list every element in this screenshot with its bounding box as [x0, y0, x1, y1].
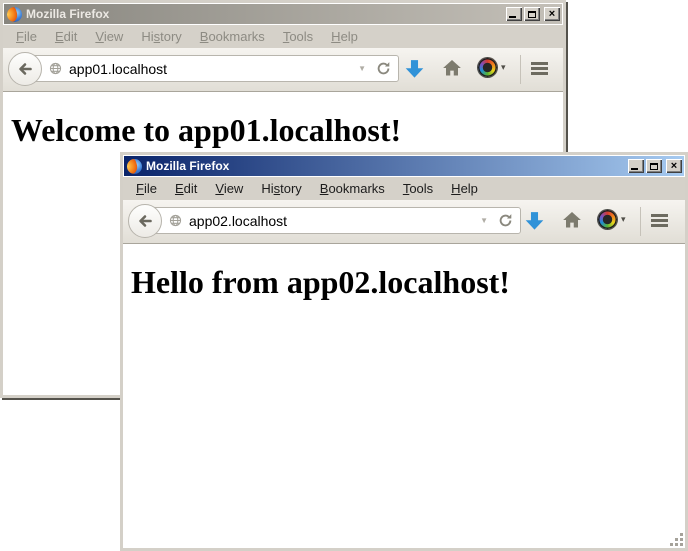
- reload-button[interactable]: [374, 61, 398, 76]
- url-bar[interactable]: ▼: [25, 55, 399, 82]
- close-button[interactable]: ×: [666, 159, 682, 173]
- hamburger-menu-button[interactable]: [531, 62, 548, 65]
- home-button[interactable]: [442, 58, 462, 78]
- page-heading: Welcome to app01.localhost!: [11, 112, 555, 149]
- navigation-toolbar: ▼ ▾: [3, 48, 563, 92]
- menu-bookmarks[interactable]: Bookmarks: [311, 179, 394, 198]
- minimize-icon: [631, 168, 638, 170]
- menu-history[interactable]: History: [132, 27, 190, 46]
- menu-file[interactable]: File: [127, 179, 166, 198]
- browser-window-app02[interactable]: Mozilla Firefox × File Edit View History…: [120, 152, 688, 551]
- menu-help[interactable]: Help: [322, 27, 367, 46]
- resize-grip[interactable]: [668, 531, 683, 546]
- reload-button[interactable]: [496, 213, 520, 228]
- title-bar[interactable]: Mozilla Firefox ×: [124, 156, 684, 176]
- menu-tools[interactable]: Tools: [274, 27, 322, 46]
- url-input[interactable]: [69, 56, 350, 81]
- home-button[interactable]: [562, 210, 582, 230]
- addon-colorwheel-icon: [478, 58, 497, 77]
- back-button[interactable]: [128, 204, 162, 238]
- menu-bookmarks[interactable]: Bookmarks: [191, 27, 274, 46]
- navigation-toolbar: ▼ ▾: [123, 200, 685, 244]
- menu-bar: File Edit View History Bookmarks Tools H…: [123, 177, 685, 200]
- hamburger-menu-button[interactable]: [651, 214, 668, 217]
- window-controls: ×: [506, 7, 560, 21]
- maximize-icon: [650, 163, 658, 170]
- page-content: Hello from app02.localhost!: [123, 244, 685, 548]
- firefox-logo-icon[interactable]: [127, 159, 142, 174]
- close-button[interactable]: ×: [544, 7, 560, 21]
- toolbar-separator: [520, 55, 521, 84]
- downloads-button[interactable]: [404, 58, 425, 80]
- globe-icon: [168, 213, 183, 228]
- menu-file[interactable]: File: [7, 27, 46, 46]
- menu-edit[interactable]: Edit: [166, 179, 206, 198]
- menu-view[interactable]: View: [86, 27, 132, 46]
- window-controls: ×: [628, 159, 682, 173]
- minimize-button[interactable]: [628, 159, 644, 173]
- addon-caret-icon: ▾: [501, 62, 506, 73]
- menu-edit[interactable]: Edit: [46, 27, 86, 46]
- addon-colorwheel-icon: [598, 210, 617, 229]
- maximize-icon: [528, 11, 536, 18]
- toolbar-separator: [640, 207, 641, 236]
- minimize-button[interactable]: [506, 7, 522, 21]
- url-input[interactable]: [189, 208, 472, 233]
- menu-bar: File Edit View History Bookmarks Tools H…: [3, 25, 563, 48]
- addon-button[interactable]: ▾: [478, 58, 506, 77]
- title-bar[interactable]: Mozilla Firefox ×: [4, 4, 562, 24]
- urlbar-dropdown-icon[interactable]: ▼: [350, 64, 374, 73]
- urlbar-dropdown-icon[interactable]: ▼: [472, 216, 496, 225]
- menu-view[interactable]: View: [206, 179, 252, 198]
- url-bar[interactable]: ▼: [145, 207, 521, 234]
- menu-history[interactable]: History: [252, 179, 310, 198]
- firefox-logo-icon[interactable]: [7, 7, 22, 22]
- window-title: Mozilla Firefox: [146, 159, 229, 173]
- addon-caret-icon: ▾: [621, 214, 626, 225]
- downloads-button[interactable]: [524, 210, 545, 232]
- page-heading: Hello from app02.localhost!: [131, 264, 677, 301]
- addon-button[interactable]: ▾: [598, 210, 626, 229]
- globe-icon: [48, 61, 63, 76]
- minimize-icon: [509, 16, 516, 18]
- maximize-button[interactable]: [646, 159, 662, 173]
- menu-help[interactable]: Help: [442, 179, 487, 198]
- menu-tools[interactable]: Tools: [394, 179, 442, 198]
- back-button[interactable]: [8, 52, 42, 86]
- close-icon: ×: [549, 8, 555, 20]
- window-title: Mozilla Firefox: [26, 7, 109, 21]
- maximize-button[interactable]: [524, 7, 540, 21]
- close-icon: ×: [671, 160, 677, 172]
